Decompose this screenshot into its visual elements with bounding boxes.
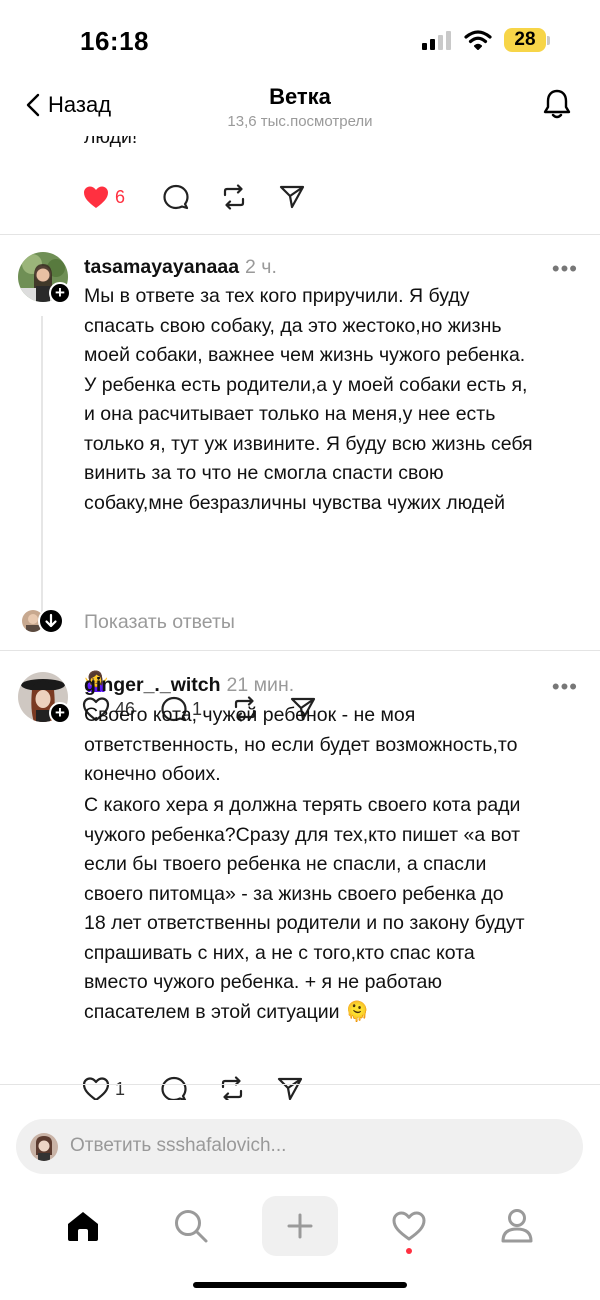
- share-icon: [279, 185, 305, 209]
- reply-placeholder: Ответить ssshafalovich...: [70, 1135, 287, 1156]
- like-button[interactable]: 6: [82, 184, 125, 210]
- repost-icon: [223, 184, 245, 210]
- comment-icon: [161, 1076, 187, 1100]
- back-button[interactable]: Назад: [26, 92, 111, 118]
- divider: [0, 1084, 600, 1085]
- reply-input[interactable]: Ответить ssshafalovich...: [16, 1119, 583, 1174]
- post-author[interactable]: tasamayayanaaa 2 ч.: [84, 256, 277, 279]
- nav-search[interactable]: [156, 1196, 226, 1256]
- repost-icon: [221, 1076, 243, 1100]
- bottom-nav: [0, 1190, 600, 1260]
- share-icon: [277, 1077, 303, 1100]
- plus-icon: [287, 1213, 313, 1239]
- more-icon[interactable]: •••: [552, 258, 578, 280]
- header: Назад Ветка 13,6 тыс.посмотрели: [0, 80, 600, 136]
- show-replies-button[interactable]: Показать ответы: [0, 602, 600, 642]
- repost-button[interactable]: [219, 1076, 245, 1100]
- avatar: [30, 1133, 58, 1161]
- melting-face-emoji: 🫠: [345, 1000, 370, 1023]
- more-icon[interactable]: •••: [552, 676, 578, 698]
- comment-button[interactable]: [163, 184, 189, 210]
- thread-feed[interactable]: люди! 6 + tasamayayanaaa 2 ч. ••• Мы в о…: [0, 136, 600, 1100]
- status-icons: 28: [422, 28, 550, 52]
- notification-dot: [406, 1248, 412, 1254]
- post-time: 2 ч.: [245, 256, 277, 278]
- chevron-left-icon: [26, 93, 40, 117]
- heart-icon: [82, 1077, 110, 1100]
- profile-icon: [501, 1209, 533, 1243]
- home-icon: [68, 1212, 98, 1241]
- post-author[interactable]: ginger_._witch 21 мин.: [84, 674, 294, 697]
- post-text-2: С какого хера я должна терять своего кот…: [84, 794, 525, 1023]
- heart-icon: [84, 186, 108, 208]
- post-actions: 1: [82, 1076, 303, 1100]
- post-time: 21 мин.: [226, 674, 295, 696]
- search-icon: [175, 1210, 208, 1243]
- nav-activity[interactable]: [374, 1196, 444, 1256]
- follow-button[interactable]: +: [49, 282, 71, 304]
- comment-button[interactable]: [161, 1076, 187, 1100]
- battery-indicator: 28: [504, 28, 546, 52]
- show-replies-label: Показать ответы: [84, 611, 235, 633]
- username[interactable]: ginger_._witch: [84, 674, 221, 696]
- nav-home[interactable]: [48, 1196, 118, 1256]
- like-count: 1: [115, 1078, 126, 1099]
- post-text-continued: С какого хера я должна терять своего кот…: [84, 791, 589, 1027]
- like-count: 6: [115, 186, 126, 207]
- prev-post-actions: 6: [82, 184, 305, 210]
- like-button[interactable]: 1: [82, 1076, 125, 1100]
- wifi-icon: [464, 30, 492, 50]
- post-text: Мы в ответе за тех кого приручили. Я буд…: [84, 285, 533, 514]
- battery-tip: [547, 35, 550, 45]
- arrow-down-icon: [38, 608, 64, 634]
- share-button[interactable]: [279, 184, 305, 210]
- nav-profile[interactable]: [482, 1196, 552, 1256]
- post-text: Своего кота, чужой ребенок - не моя отве…: [84, 704, 518, 785]
- thread-line: [41, 316, 43, 630]
- username[interactable]: tasamayayanaaa: [84, 256, 239, 278]
- comment-icon: [163, 184, 189, 210]
- bell-icon: [543, 89, 571, 119]
- status-time: 16:18: [80, 26, 149, 56]
- prev-post-text: люди!: [84, 136, 138, 148]
- signal-icon: [422, 31, 451, 50]
- home-indicator[interactable]: [193, 1282, 407, 1288]
- status-bar: 16:18 28: [0, 0, 600, 80]
- post: + ginger_._witch 21 мин. ••• Своего кота,…: [0, 650, 600, 1100]
- share-button[interactable]: [277, 1076, 303, 1100]
- back-label: Назад: [48, 92, 112, 117]
- heart-icon: [392, 1211, 426, 1241]
- nav-create[interactable]: [262, 1196, 338, 1256]
- notifications-button[interactable]: [542, 88, 572, 125]
- avatar-photo: [30, 1133, 58, 1161]
- follow-button[interactable]: +: [49, 702, 71, 724]
- repost-button[interactable]: [221, 184, 247, 210]
